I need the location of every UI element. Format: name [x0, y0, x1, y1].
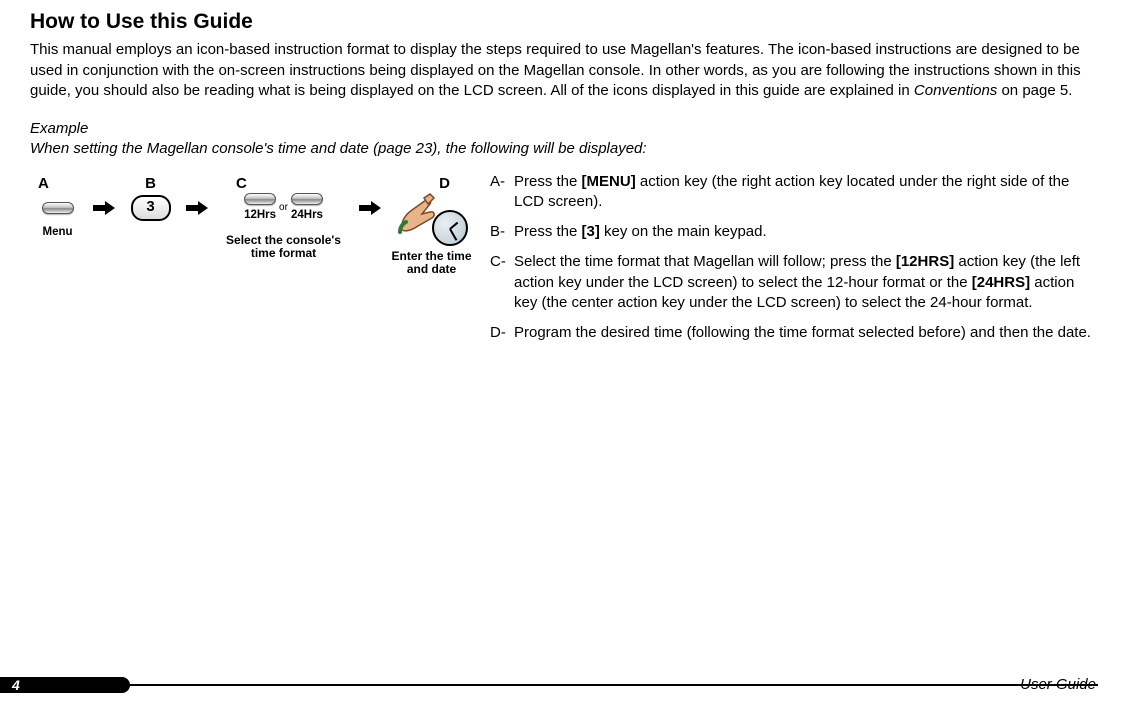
- instruction-c: C- Select the time format that Magellan …: [490, 252, 1096, 313]
- step-b: B 3: [123, 174, 178, 224]
- step-d-caption: Enter the time and date: [389, 250, 474, 278]
- example-label: Example: [30, 119, 1096, 139]
- enter-time-icon: [396, 192, 468, 246]
- or-text: or: [279, 201, 288, 215]
- instruction-d: D- Program the desired time (following t…: [490, 323, 1096, 343]
- instruction-list: A- Press the [MENU] action key (the righ…: [490, 172, 1096, 354]
- keypad-3-icon: 3: [131, 195, 171, 221]
- page-number: 4: [12, 677, 20, 693]
- footer-rule: [130, 684, 1098, 686]
- 24hrs-key-icon: [291, 193, 323, 205]
- instr-a-key: A-: [490, 172, 514, 213]
- intro-text-2: on page 5.: [997, 82, 1072, 99]
- arrow-icon: [351, 192, 389, 224]
- 24hrs-label: 24Hrs: [291, 209, 323, 222]
- 12hrs-label: 12Hrs: [244, 209, 276, 222]
- instruction-a: A- Press the [MENU] action key (the righ…: [490, 172, 1096, 213]
- step-c-letter: C: [216, 174, 247, 192]
- page-footer: 4 User Guide: [0, 673, 1126, 697]
- step-a: A Menu: [30, 174, 85, 239]
- step-a-label: Menu: [42, 226, 72, 239]
- intro-paragraph: This manual employs an icon-based instru…: [30, 40, 1096, 101]
- instruction-b: B- Press the [3] key on the main keypad.: [490, 222, 1096, 242]
- step-c-caption: Select the console's time format: [216, 234, 351, 262]
- step-c: C 12Hrs or 24Hrs Select the console's ti…: [216, 174, 351, 262]
- 12hrs-key-icon: [244, 193, 276, 205]
- icon-flow-diagram: A Menu B 3: [30, 172, 490, 278]
- step-b-letter: B: [145, 174, 156, 192]
- step-d: D Enter the time and date: [389, 174, 474, 278]
- step-d-letter: D: [439, 174, 474, 192]
- footer-label: User Guide: [1020, 675, 1096, 695]
- example-context: When setting the Magellan console's time…: [30, 139, 1096, 159]
- instr-c-key: C-: [490, 252, 514, 313]
- arrow-icon: [178, 192, 216, 224]
- arrow-icon: [85, 192, 123, 224]
- instr-b-key: B-: [490, 222, 514, 242]
- step-a-letter: A: [30, 174, 49, 192]
- hand-icon: [396, 192, 444, 234]
- menu-key-icon: [42, 202, 74, 214]
- instr-d-key: D-: [490, 323, 514, 343]
- conventions-reference: Conventions: [914, 82, 997, 99]
- page-heading: How to Use this Guide: [30, 8, 1096, 36]
